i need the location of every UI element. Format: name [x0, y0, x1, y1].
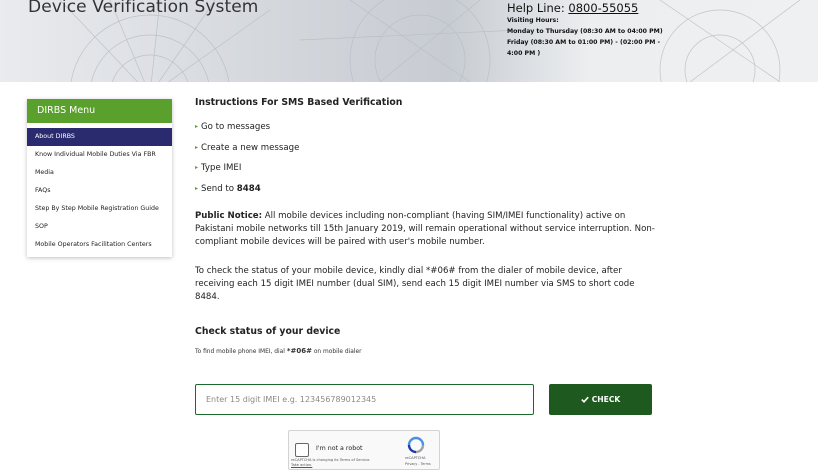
bullet-icon: ▸ [195, 143, 199, 151]
sidebar-item-media[interactable]: Media [27, 164, 172, 182]
sidebar-item-registration-guide[interactable]: Step By Step Mobile Registration Guide [27, 200, 172, 218]
public-notice: Public Notice: All mobile devices includ… [195, 210, 655, 250]
step-text: Create a new message [201, 142, 300, 153]
instructions-title: Instructions For SMS Based Verification [195, 97, 403, 108]
bullet-icon: ▸ [195, 123, 199, 130]
bullet-icon: ▸ [195, 184, 199, 192]
list-item: ▸ Type IMEI [195, 161, 655, 182]
check-icon [580, 396, 589, 403]
recaptcha-checkbox[interactable] [295, 443, 309, 457]
hint-prefix: To find mobile phone IMEI, dial [195, 349, 287, 356]
recaptcha-links[interactable]: Privacy - Terms [405, 462, 431, 466]
sidebar-item-facilitation-centers[interactable]: Mobile Operators Facilitation Centers [27, 236, 172, 254]
list-item: ▸ Send to 8484 [195, 182, 655, 203]
recaptcha-take-action-link[interactable]: Take action. [291, 463, 312, 467]
recaptcha-widget: I'm not a robot reCAPTCHA is changing it… [288, 430, 440, 470]
sidebar-item-faqs[interactable]: FAQs [27, 182, 172, 200]
main-content: Instructions For SMS Based Verification … [195, 97, 655, 355]
visiting-hours-friday: Friday (08:30 AM to 01:00 PM) - (02:00 P… [507, 39, 661, 46]
recaptcha-brand: reCAPTCHA [405, 456, 426, 460]
menu-title: DIRBS Menu [27, 99, 172, 123]
hint-suffix: on mobile dialer [311, 349, 362, 356]
status-instructions: To check the status of your mobile devic… [195, 265, 635, 303]
step-text: Type IMEI [201, 163, 242, 173]
recaptcha-logo-icon [407, 436, 425, 454]
helpline-block: Help Line: 0800-55055 Visiting Hours: Mo… [507, 1, 667, 59]
bullet-icon: ▸ [195, 164, 199, 171]
recaptcha-label: I'm not a robot [316, 445, 363, 452]
sidebar-item-mobile-duties[interactable]: Know Individual Mobile Duties Via FBR [27, 146, 172, 164]
header-banner: Device Verification System Help Line: 08… [0, 0, 818, 82]
step-text: Go to messages [201, 122, 271, 132]
site-title: Device Verification System [28, 0, 259, 17]
check-status-title: Check status of your device [195, 326, 341, 338]
recaptcha-notice: reCAPTCHA is changing its Terms of Servi… [291, 458, 391, 467]
visiting-hours-label: Visiting Hours: [507, 17, 559, 24]
sms-steps-list: ▸ Go to messages ▸ Create a new message … [195, 120, 655, 202]
check-button-label: CHECK [591, 395, 621, 404]
helpline-line: Help Line: 0800-55055 [507, 1, 667, 15]
helpline-number[interactable]: 0800-55055 [568, 1, 638, 15]
recaptcha-notice-text: reCAPTCHA is changing its Terms of Servi… [291, 458, 371, 462]
list-item: ▸ Go to messages [195, 120, 655, 141]
notice-label: Public Notice: [195, 211, 263, 221]
visiting-hours-friday-cont: 4:00 PM ) [507, 50, 541, 57]
sidebar-item-about-dirbs[interactable]: About DIRBS [27, 128, 172, 146]
notice-text: All mobile devices including non-complia… [195, 211, 655, 248]
step-text: Send to [201, 183, 237, 194]
imei-hint: To find mobile phone IMEI, dial *#06# on… [195, 347, 655, 355]
hint-code: *#06# [286, 347, 312, 356]
check-button[interactable]: CHECK [549, 384, 652, 415]
helpline-label: Help Line: [507, 1, 565, 15]
dirbs-menu: DIRBS Menu About DIRBS Know Individual M… [27, 99, 172, 257]
list-item: ▸ Create a new message [195, 141, 655, 162]
imei-input[interactable] [195, 384, 534, 415]
short-code: 8484 [236, 183, 261, 194]
visiting-hours-weekday: Monday to Thursday (08:30 AM to 04:00 PM… [507, 28, 663, 35]
sidebar-item-sop[interactable]: SOP [27, 218, 172, 236]
